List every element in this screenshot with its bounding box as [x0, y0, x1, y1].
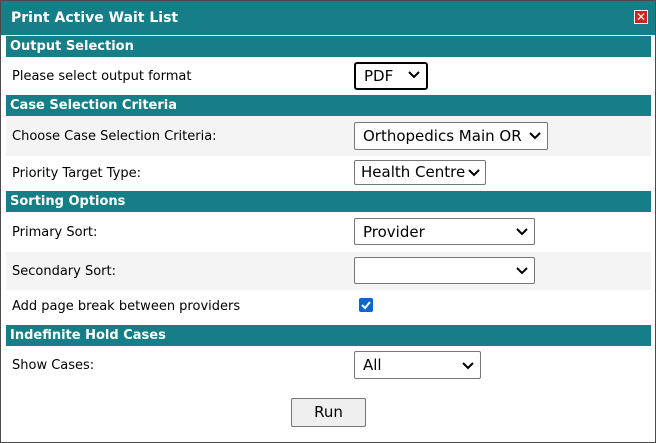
checkmark-icon [361, 301, 371, 310]
close-icon: ✕ [635, 10, 647, 24]
case-criteria-value: Orthopedics Main OR [363, 127, 522, 145]
section-header-sorting: Sorting Options [6, 191, 651, 212]
primary-sort-label: Primary Sort: [12, 225, 98, 240]
row-primary-sort: Primary Sort: Provider [6, 212, 651, 252]
show-cases-label: Show Cases: [12, 358, 95, 373]
row-output-format: Please select output format PDF [6, 57, 651, 93]
section-header-indefinite-hold: Indefinite Hold Cases [6, 325, 651, 346]
dialog-title: Print Active Wait List [11, 10, 179, 26]
secondary-sort-label: Secondary Sort: [12, 264, 117, 279]
row-case-criteria: Choose Case Selection Criteria: Orthoped… [6, 116, 651, 156]
section-header-output: Output Selection [6, 36, 651, 57]
output-format-select[interactable]: PDF [354, 62, 428, 90]
chevron-down-icon [462, 362, 474, 370]
run-button[interactable]: Run [291, 398, 366, 427]
case-criteria-label: Choose Case Selection Criteria: [12, 129, 217, 144]
output-format-value: PDF [364, 67, 394, 85]
row-page-break: Add page break between providers [6, 290, 651, 324]
chevron-down-icon [516, 228, 528, 236]
row-priority-target: Priority Target Type: Health Centre [6, 156, 651, 190]
row-secondary-sort: Secondary Sort: [6, 252, 651, 290]
dialog-titlebar: Print Active Wait List ✕ [1, 1, 655, 35]
case-criteria-select[interactable]: Orthopedics Main OR [354, 122, 548, 150]
section-header-case-selection: Case Selection Criteria [6, 95, 651, 116]
priority-target-select[interactable]: Health Centre [354, 160, 486, 185]
output-format-label: Please select output format [12, 69, 192, 84]
close-button[interactable]: ✕ [634, 10, 648, 24]
chevron-down-icon [529, 132, 541, 140]
page-break-label: Add page break between providers [12, 299, 241, 314]
page-break-checkbox[interactable] [359, 298, 373, 312]
row-show-cases: Show Cases: All [6, 346, 651, 386]
print-wait-list-dialog: Print Active Wait List ✕ Output Selectio… [0, 0, 656, 443]
primary-sort-value: Provider [363, 223, 425, 241]
chevron-down-icon [408, 71, 420, 79]
priority-target-value: Health Centre [361, 163, 466, 181]
primary-sort-select[interactable]: Provider [354, 218, 535, 245]
priority-target-label: Priority Target Type: [12, 166, 141, 181]
chevron-down-icon [516, 267, 528, 275]
show-cases-value: All [363, 356, 382, 374]
chevron-down-icon [468, 169, 480, 177]
show-cases-select[interactable]: All [354, 351, 481, 379]
secondary-sort-select[interactable] [354, 257, 535, 284]
